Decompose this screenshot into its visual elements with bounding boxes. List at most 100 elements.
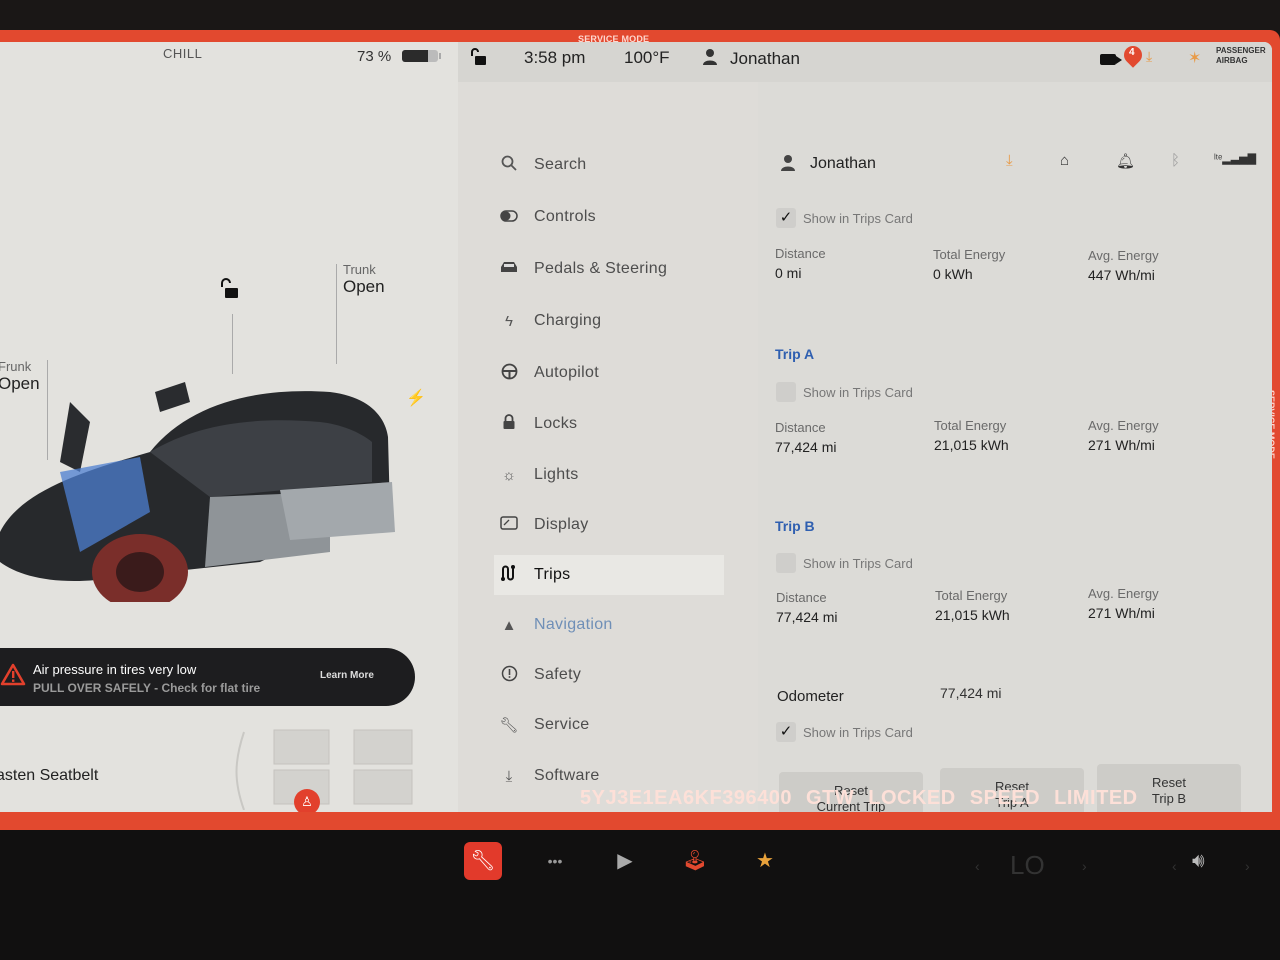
trip-b-title: Trip B xyxy=(775,518,815,534)
stat-value: 0 kWh xyxy=(933,266,973,282)
download-icon: ⤓ xyxy=(1146,48,1153,64)
service-app-wrench-icon[interactable]: 🔧︎ xyxy=(464,842,502,880)
volume-decrease-chevron-icon[interactable]: ‹ xyxy=(1172,858,1177,874)
menu-item-label: Trips xyxy=(534,566,571,583)
current-total-energy: Total Energy 0 kWh xyxy=(933,247,1005,282)
lock-icon xyxy=(498,414,520,434)
trip-a-show-in-trips-card[interactable]: Show in Trips Card xyxy=(776,382,913,402)
menu-item-label: Service xyxy=(534,716,590,733)
fasten-seatbelt-warning: asten Seatbelt xyxy=(0,767,99,784)
battery-icon xyxy=(402,50,438,62)
profile-name[interactable]: Jonathan xyxy=(810,155,876,173)
menu-item-autopilot[interactable]: Autopilot xyxy=(498,353,718,393)
car-3d-model xyxy=(0,382,395,602)
dashcam-icon[interactable] xyxy=(1100,54,1122,65)
menu-item-label: Charging xyxy=(534,312,602,329)
more-apps-dots-icon[interactable]: ••• xyxy=(536,842,574,880)
app-dock: 🔧︎ ••• ▶ 🕹︎ ★ ‹ LO › ‹ 🔊︎ › xyxy=(0,830,1280,960)
stat-value: 21,015 kWh xyxy=(935,607,1010,623)
menu-item-display[interactable]: Display xyxy=(498,505,718,545)
search-icon xyxy=(498,155,520,175)
alert-circle-icon xyxy=(498,665,520,686)
climate-temperature[interactable]: LO xyxy=(1010,850,1045,881)
stat-label: Avg. Energy xyxy=(1088,418,1159,433)
stat-value: 447 Wh/mi xyxy=(1088,267,1155,283)
menu-item-controls[interactable]: Controls xyxy=(498,197,718,237)
checkbox-checked[interactable]: ✓ xyxy=(776,722,796,742)
header-icons: ⤓ ⌂ 🔔︎ ᛒ ˡᵗᵉ▂▃▅▇ xyxy=(1006,152,1256,176)
screen-content: CHILL 73 % Trunk Open Frunk Open ⚡ Air p… xyxy=(0,42,1272,812)
settings-menu: Search Controls Pedals & Steering ϟ Char… xyxy=(458,82,758,812)
car-icon xyxy=(498,260,520,278)
menu-item-label: Safety xyxy=(534,666,582,683)
unlocked-padlock-icon[interactable] xyxy=(218,278,240,305)
garage-icon[interactable]: ⌂ xyxy=(1060,152,1069,169)
menu-item-locks[interactable]: Locks xyxy=(498,404,718,444)
menu-item-label: Locks xyxy=(534,415,578,432)
menu-item-label: Display xyxy=(534,516,589,533)
menu-item-safety[interactable]: Safety xyxy=(498,655,718,695)
download-icon: ⤓ xyxy=(505,767,513,785)
alert-subtitle: PULL OVER SAFELY - Check for flat tire xyxy=(33,681,261,695)
arcade-joystick-icon[interactable]: 🕹︎ xyxy=(676,842,714,880)
checkbox-unchecked[interactable] xyxy=(776,553,796,573)
odometer-value: 77,424 mi xyxy=(940,685,1002,701)
unlocked-padlock-icon[interactable] xyxy=(470,48,488,71)
navigation-arrow-icon: ▲ xyxy=(501,616,517,634)
charge-port-bolt-icon[interactable]: ⚡ xyxy=(406,388,426,408)
steering-wheel-icon xyxy=(498,363,520,384)
menu-item-navigation[interactable]: ▲ Navigation xyxy=(498,605,718,645)
map-pin-count: 4 xyxy=(1129,47,1135,58)
menu-item-charging[interactable]: ϟ Charging xyxy=(498,301,718,341)
current-trip-show-in-trips-card[interactable]: ✓ Show in Trips Card xyxy=(776,208,913,228)
trunk-label: Trunk xyxy=(343,262,376,277)
download-icon[interactable]: ⤓ xyxy=(1006,152,1013,169)
sun-icon: ☼ xyxy=(502,466,516,484)
checkbox-label: Show in Trips Card xyxy=(803,210,913,226)
odometer-show-in-trips-card[interactable]: ✓ Show in Trips Card xyxy=(776,722,913,742)
stat-label: Distance xyxy=(775,246,826,261)
user-profile-icon[interactable] xyxy=(780,154,796,177)
menu-item-pedals-steering[interactable]: Pedals & Steering xyxy=(498,249,718,289)
climate-increase-chevron-icon[interactable]: › xyxy=(1082,858,1087,874)
stat-label: Avg. Energy xyxy=(1088,248,1159,263)
odometer-label: Odometer xyxy=(777,688,844,705)
media-player-icon[interactable]: ▶ xyxy=(606,842,644,880)
stat-label: Total Energy xyxy=(935,588,1008,603)
toybox-icon[interactable]: ★ xyxy=(746,842,784,880)
speed-status: SPEED LIMITED xyxy=(969,787,1138,809)
touchscreen: SERVICE MODE SERVICE MODE CHILL 73 % Tru… xyxy=(0,30,1280,830)
climate-decrease-chevron-icon[interactable]: ‹ xyxy=(975,858,980,874)
volume-increase-chevron-icon[interactable]: › xyxy=(1245,858,1250,874)
trunk-leader-line xyxy=(336,264,337,364)
drive-mode: CHILL xyxy=(163,46,203,61)
clock: 3:58 pm xyxy=(524,48,586,67)
alert-title: Air pressure in tires very low xyxy=(33,662,197,677)
driver-profile-name[interactable]: Jonathan xyxy=(730,49,800,69)
bluetooth-icon[interactable]: ᛒ xyxy=(1171,152,1180,169)
learn-more-button[interactable]: Learn More xyxy=(320,670,374,681)
menu-item-service[interactable]: 🔧︎ Service xyxy=(498,705,718,745)
bell-icon[interactable]: 🔔︎ xyxy=(1116,152,1135,170)
menu-item-trips[interactable]: Trips xyxy=(494,555,724,595)
checkbox-unchecked[interactable] xyxy=(776,382,796,402)
warning-triangle-icon xyxy=(0,663,26,686)
user-profile-icon[interactable] xyxy=(702,48,718,71)
trip-b-show-in-trips-card[interactable]: Show in Trips Card xyxy=(776,553,913,573)
volume-speaker-icon[interactable]: 🔊︎ xyxy=(1192,850,1205,873)
wrench-icon: 🔧︎ xyxy=(499,717,519,734)
trip-b-distance: Distance 77,424 mi xyxy=(776,590,837,625)
checkbox-label: Show in Trips Card xyxy=(803,724,913,740)
trunk-status[interactable]: Trunk Open xyxy=(343,262,385,297)
trip-a-distance: Distance 77,424 mi xyxy=(775,420,836,455)
toggle-icon xyxy=(498,209,520,226)
menu-item-lights[interactable]: ☼ Lights xyxy=(498,455,718,495)
current-distance: Distance 0 mi xyxy=(775,246,826,281)
trunk-state[interactable]: Open xyxy=(343,277,385,297)
checkbox-checked[interactable]: ✓ xyxy=(776,208,796,228)
stat-value: 0 mi xyxy=(775,265,802,281)
menu-item-search[interactable]: Search xyxy=(498,145,718,185)
seatbelt-icon: ♙ xyxy=(294,789,320,812)
trip-b-avg-energy: Avg. Energy 271 Wh/mi xyxy=(1088,586,1159,621)
vin-number: 5YJ3E1EA6KF396400 xyxy=(580,787,792,809)
